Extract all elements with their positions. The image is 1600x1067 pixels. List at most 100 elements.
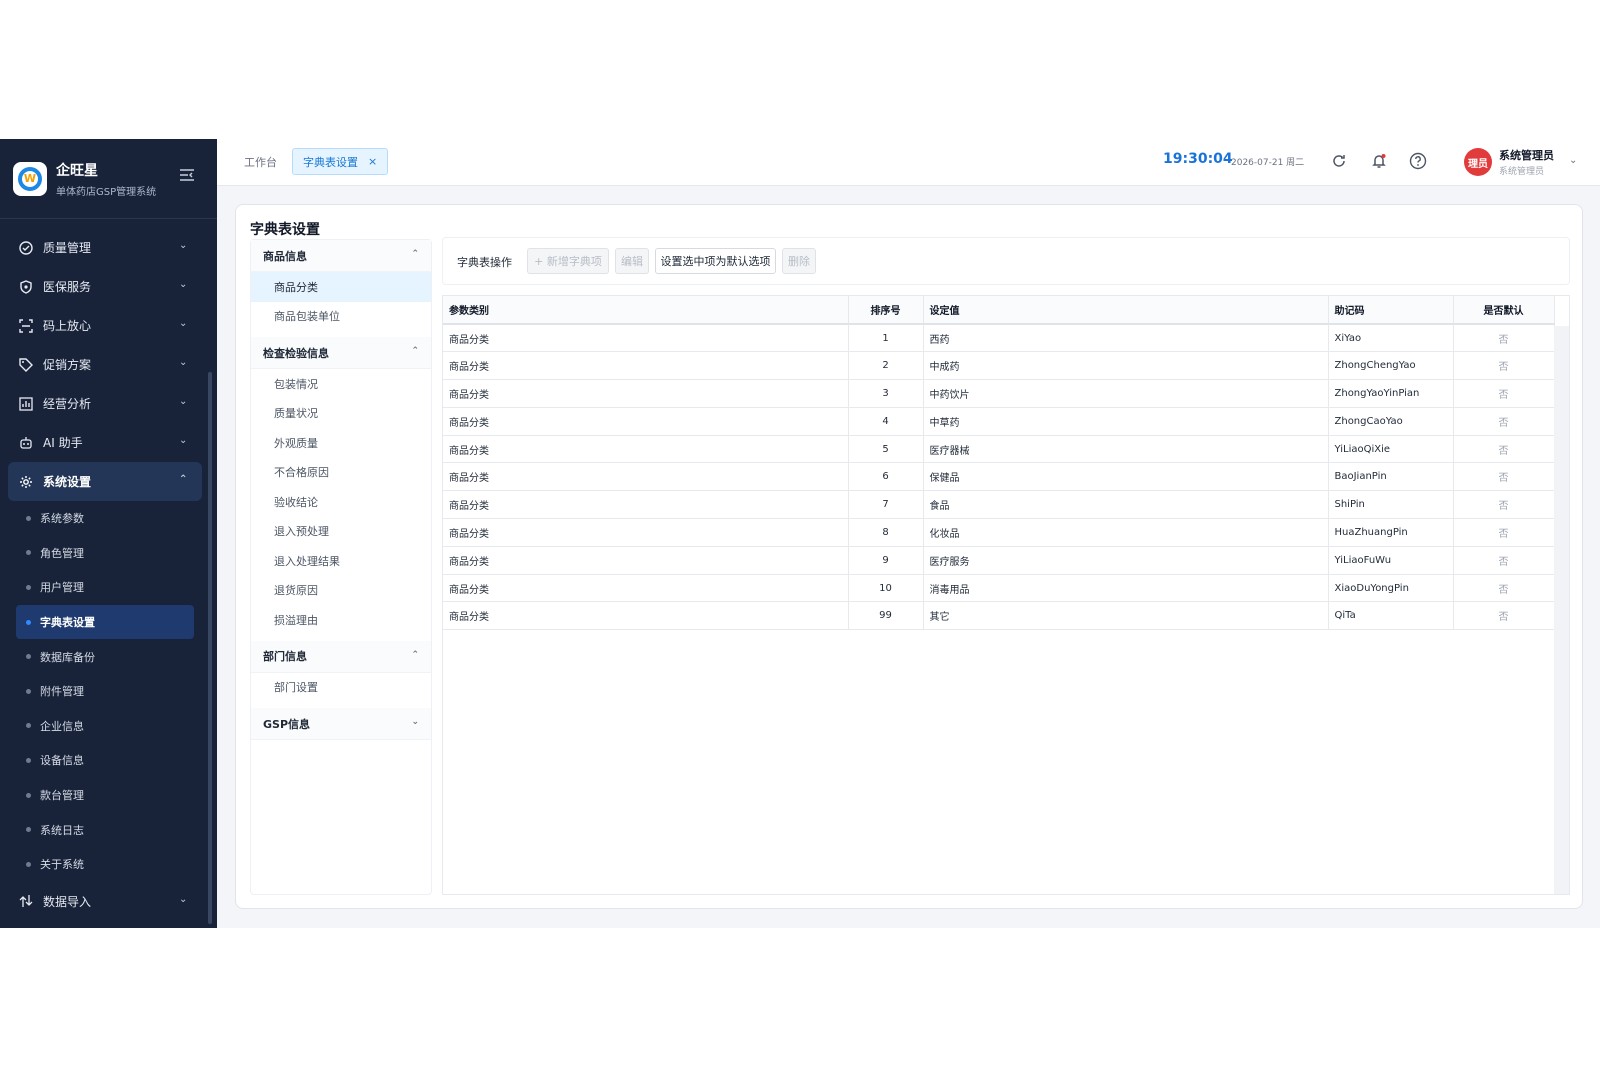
sidebar-item-analysis[interactable]: 经营分析 ⌄ [0, 384, 210, 423]
category-panel: 商品信息 ⌃ 商品分类 商品包装单位 检查检验信息 ⌃ 包装情况 质量状况 外观质量… [250, 239, 432, 895]
cell-is-default: 否 [1453, 546, 1555, 575]
sidebar-item-data-import[interactable]: 数据导入 ⌄ [0, 882, 210, 921]
table-scrollbar[interactable] [1554, 326, 1569, 894]
clock-time: 19:30:04 [1163, 151, 1233, 167]
cell-is-default: 否 [1453, 490, 1555, 520]
category-item[interactable]: 外观质量 [251, 428, 431, 458]
add-dictionary-item-button[interactable]: + 新增字典项 [527, 248, 609, 274]
cell-param-type: 商品分类 [443, 546, 849, 575]
operations-label: 字典表操作 [457, 256, 512, 269]
sidebar-item-label: 促销方案 [43, 358, 92, 372]
category-item-packaging-unit[interactable]: 商品包装单位 [251, 302, 431, 332]
column-header-param-type[interactable]: 参数类别 [443, 296, 849, 325]
quality-check-icon [18, 240, 34, 256]
user-name[interactable]: 系统管理员 [1499, 147, 1554, 163]
refresh-icon[interactable] [1329, 151, 1349, 171]
table-row[interactable]: 商品分类 8 化妆品 HuaZhuangPin 否 [443, 518, 1555, 547]
cell-value: 保健品 [923, 462, 1329, 492]
sidebar-item-quality[interactable]: 质量管理 ⌄ [0, 228, 210, 267]
robot-icon [18, 435, 34, 451]
category-item-department-settings[interactable]: 部门设置 [251, 673, 431, 703]
chevron-up-icon: ⌃ [411, 249, 419, 259]
collapse-sidebar-icon[interactable] [180, 169, 194, 185]
sidebar-subitem-system-params[interactable]: 系统参数 [0, 501, 210, 536]
cell-value: 其它 [923, 601, 1329, 631]
column-header-value[interactable]: 设定值 [923, 296, 1329, 325]
category-item[interactable]: 不合格原因 [251, 458, 431, 488]
cell-mnemonic: HuaZhuangPin [1328, 518, 1454, 547]
cell-sort-order: 99 [848, 601, 924, 631]
sidebar-subitem-user-management[interactable]: 用户管理 [0, 570, 210, 605]
delete-button[interactable]: 删除 [782, 248, 816, 274]
chevron-up-icon: ⌃ [411, 346, 419, 356]
table-row[interactable]: 商品分类 1 西药 XiYao 否 [443, 324, 1555, 353]
sidebar-subitem-label: 数据库备份 [40, 650, 95, 664]
table-row[interactable]: 商品分类 99 其它 QiTa 否 [443, 601, 1555, 631]
bell-icon[interactable] [1369, 151, 1389, 171]
category-item[interactable]: 退入处理结果 [251, 546, 431, 576]
column-header-is-default[interactable]: 是否默认 [1453, 296, 1555, 325]
chevron-down-icon: ⌄ [179, 435, 188, 446]
set-default-button[interactable]: 设置选中项为默认选项 [655, 248, 776, 274]
chevron-down-icon: ⌄ [179, 318, 188, 329]
cell-value: 中药饮片 [923, 379, 1329, 408]
sidebar-item-system-settings[interactable]: 系统设置 ⌃ [8, 462, 202, 501]
close-icon[interactable]: × [368, 155, 377, 168]
sidebar-subitem-label: 关于系统 [40, 858, 84, 872]
table-row[interactable]: 商品分类 2 中成药 ZhongChengYao 否 [443, 351, 1555, 381]
category-item-product-category[interactable]: 商品分类 [251, 272, 431, 302]
category-group-product[interactable]: 商品信息 ⌃ [251, 240, 431, 272]
app-root: W 企旺星 单体药店GSP管理系统 质量管理 ⌄ 医保服务 ⌄ 码上放心 ⌄ 促… [0, 139, 1600, 928]
table-row[interactable]: 商品分类 4 中草药 ZhongCaoYao 否 [443, 407, 1555, 436]
edit-button[interactable]: 编辑 [615, 248, 649, 274]
table-row[interactable]: 商品分类 7 食品 ShiPin 否 [443, 490, 1555, 520]
column-header-sort-order[interactable]: 排序号 [848, 296, 924, 325]
sidebar-subitem-dictionary-settings[interactable]: 字典表设置 [16, 604, 194, 640]
sidebar-subitem-system-log[interactable]: 系统日志 [0, 812, 210, 847]
category-item[interactable]: 损溢理由 [251, 605, 431, 635]
sidebar-subitem-attachments[interactable]: 附件管理 [0, 674, 210, 709]
chevron-down-icon: ⌄ [411, 717, 419, 727]
category-group-department[interactable]: 部门信息 ⌃ [251, 640, 431, 673]
sidebar-item-label: 医保服务 [43, 280, 92, 294]
cell-is-default: 否 [1453, 574, 1555, 603]
table-row[interactable]: 商品分类 10 消毒用品 XiaoDuYongPin 否 [443, 574, 1555, 603]
cell-param-type: 商品分类 [443, 351, 849, 381]
sidebar-subitem-db-backup[interactable]: 数据库备份 [0, 639, 210, 674]
category-item[interactable]: 退入预处理 [251, 517, 431, 547]
table-row[interactable]: 商品分类 9 医疗服务 YiLiaoFuWu 否 [443, 546, 1555, 575]
gear-icon [18, 474, 34, 490]
category-item[interactable]: 质量状况 [251, 399, 431, 429]
category-group-gsp[interactable]: GSP信息 ⌄ [251, 708, 431, 740]
bullet-dot [26, 584, 31, 590]
tab-dictionary-settings[interactable]: 字典表设置 × [292, 148, 389, 175]
tab-workbench[interactable]: 工作台 [244, 154, 277, 170]
category-group-inspection[interactable]: 检查检验信息 ⌃ [251, 337, 431, 369]
cell-is-default: 否 [1453, 462, 1555, 492]
table-row[interactable]: 商品分类 3 中药饮片 ZhongYaoYinPian 否 [443, 379, 1555, 408]
column-header-mnemonic[interactable]: 助记码 [1328, 296, 1454, 325]
category-item[interactable]: 退货原因 [251, 576, 431, 606]
sidebar-item-promotion[interactable]: 促销方案 ⌄ [0, 345, 210, 384]
avatar[interactable]: 理员 [1464, 148, 1492, 176]
sidebar-scrollbar[interactable] [208, 372, 212, 924]
clock-date: 2026-07-21 周二 [1231, 158, 1305, 168]
help-icon[interactable] [1408, 151, 1428, 171]
cell-param-type: 商品分类 [443, 601, 849, 631]
bullet-dot [26, 619, 31, 625]
category-item[interactable]: 验收结论 [251, 487, 431, 517]
sidebar-item-ai-assistant[interactable]: AI 助手 ⌄ [0, 423, 210, 462]
sidebar-subitem-role-management[interactable]: 角色管理 [0, 536, 210, 571]
sidebar-subitem-company-info[interactable]: 企业信息 [0, 709, 210, 744]
sidebar-item-code-trace[interactable]: 码上放心 ⌄ [0, 306, 210, 345]
chevron-down-icon[interactable]: ⌄ [1569, 155, 1577, 166]
sidebar-subitem-about[interactable]: 关于系统 [0, 847, 210, 882]
table-row[interactable]: 商品分类 5 医疗器械 YiLiaoQiXie 否 [443, 435, 1555, 464]
cell-param-type: 商品分类 [443, 462, 849, 492]
table-row[interactable]: 商品分类 6 保健品 BaoJianPin 否 [443, 462, 1555, 492]
sidebar-item-label: AI 助手 [43, 436, 83, 450]
sidebar-subitem-counter-management[interactable]: 款台管理 [0, 778, 210, 813]
sidebar-subitem-device-info[interactable]: 设备信息 [0, 743, 210, 778]
category-item[interactable]: 包装情况 [251, 369, 431, 399]
sidebar-item-medical-insurance[interactable]: 医保服务 ⌄ [0, 267, 210, 306]
